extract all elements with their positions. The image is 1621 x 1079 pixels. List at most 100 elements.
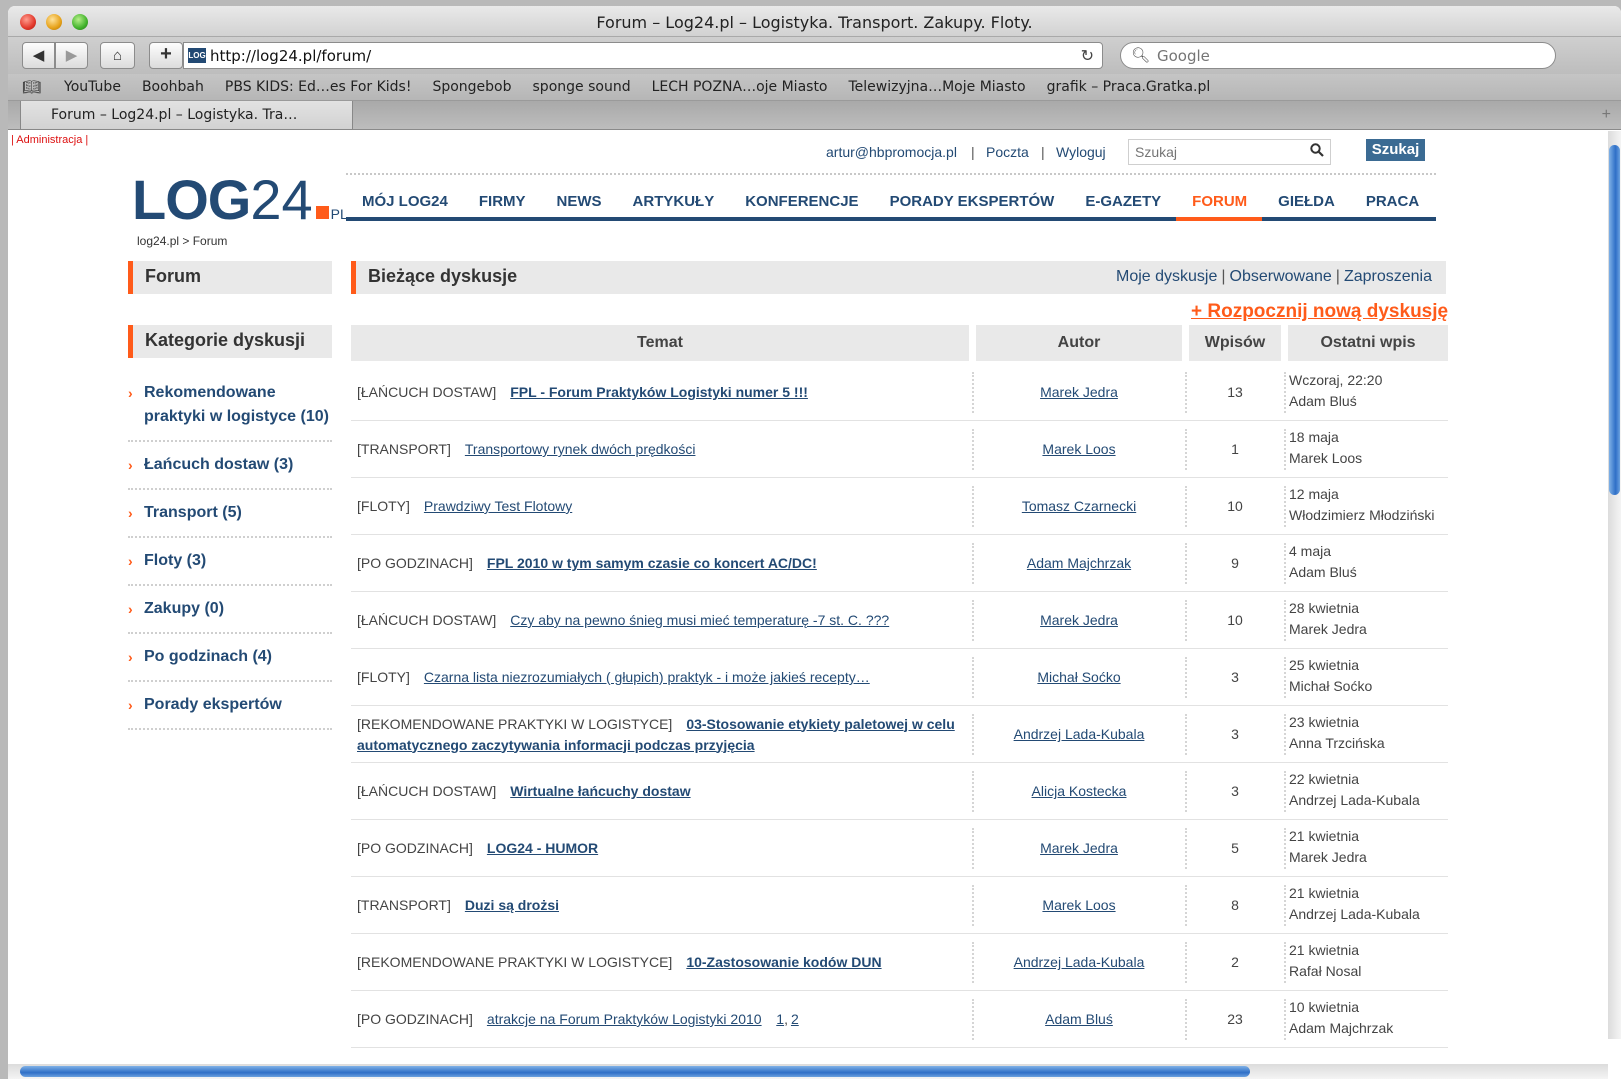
search-icon[interactable]: 🔍︎	[1131, 46, 1150, 64]
nav-porady-ekspertow[interactable]: PORADY EKSPERTÓW	[874, 189, 1070, 217]
my-discussions-link[interactable]: Moje dyskusje	[1116, 268, 1217, 285]
category-item[interactable]: Łańcuch dostaw (3)	[128, 453, 332, 490]
browser-search-input[interactable]	[1157, 47, 1537, 65]
topic-link[interactable]: Prawdziwy Test Flotowy	[424, 498, 572, 514]
column-divider	[1185, 429, 1187, 470]
nav-konferencje[interactable]: KONFERENCJE	[729, 189, 873, 217]
topic-link[interactable]: FPL - Forum Praktyków Logistyki numer 5 …	[510, 384, 808, 400]
bookmark-item[interactable]: Boohbah	[142, 79, 204, 95]
author-cell: Michał Soćko	[976, 649, 1182, 706]
bookmark-item[interactable]: sponge sound	[533, 79, 631, 95]
topic-link[interactable]: FPL 2010 w tym samym czasie co koncert A…	[487, 555, 817, 571]
topic-category: [ŁAŃCUCH DOSTAW]	[357, 384, 497, 400]
category-item[interactable]: Porady ekspertów	[128, 693, 332, 730]
address-bar[interactable]: LOG http://log24.pl/forum/ ↻	[183, 42, 1103, 69]
bookmarks-book-icon[interactable]: 📖︎	[22, 78, 41, 96]
horizontal-scrollbar[interactable]	[8, 1064, 1608, 1079]
nav-artykuly[interactable]: ARTYKUŁY	[617, 189, 730, 217]
user-email-link[interactable]: artur@hbpromocja.pl	[826, 144, 957, 160]
author-cell: Marek Jedra	[976, 364, 1182, 421]
address-text[interactable]: http://log24.pl/forum/	[210, 47, 371, 65]
column-divider	[1185, 942, 1187, 983]
topic-link[interactable]: Wirtualne łańcuchy dostaw	[510, 783, 690, 799]
author-link[interactable]: Andrzej Lada-Kubala	[1014, 954, 1145, 970]
topic-link[interactable]: Transportowy rynek dwóch prędkości	[465, 441, 696, 457]
horizontal-scroll-thumb[interactable]	[20, 1066, 1250, 1077]
bookmark-item[interactable]: Spongebob	[432, 79, 511, 95]
table-header: Temat Autor Wpisów Ostatni wpis	[351, 325, 1448, 361]
magnifier-icon[interactable]	[1310, 143, 1324, 157]
topic-link[interactable]: Duzi są drożsi	[465, 897, 559, 913]
reload-icon[interactable]: ↻	[1081, 46, 1094, 66]
invitations-link[interactable]: Zaproszenia	[1344, 268, 1432, 285]
topic-category: [REKOMENDOWANE PRAKTYKI W LOGISTYCE]	[357, 715, 673, 732]
category-item[interactable]: Po godzinach (4)	[128, 645, 332, 682]
topic-cell: [PO GODZINACH] FPL 2010 w tym samym czasi…	[357, 535, 967, 592]
vertical-scrollbar[interactable]	[1608, 131, 1621, 1039]
category-item[interactable]: Zakupy (0)	[128, 597, 332, 634]
bookmark-item[interactable]: PBS KIDS: Ed…es For Kids!	[225, 79, 412, 95]
author-link[interactable]: Michał Soćko	[1037, 669, 1120, 685]
watched-link[interactable]: Obserwowane	[1230, 268, 1332, 285]
admin-link[interactable]: | Administracja |	[11, 134, 88, 146]
topic-link[interactable]: 10-Zastosowanie kodów DUN	[686, 954, 881, 970]
site-search-button[interactable]: Szukaj	[1366, 139, 1425, 161]
author-link[interactable]: Marek Loos	[1042, 441, 1115, 457]
topic-cell: [TRANSPORT] Transportowy rynek dwóch pręd…	[357, 421, 967, 478]
vertical-scroll-thumb[interactable]	[1609, 145, 1620, 495]
logout-link[interactable]: Wyloguj	[1056, 144, 1106, 160]
browser-search-field[interactable]: 🔍︎	[1120, 42, 1556, 69]
author-link[interactable]: Marek Loos	[1042, 897, 1115, 913]
author-link[interactable]: Alicja Kostecka	[1032, 783, 1127, 799]
logo-text-24: 24	[250, 168, 313, 231]
table-row: [PO GODZINACH] LOG24 - HUMOR Marek Jedra 5 2…	[351, 820, 1448, 877]
bookmark-item[interactable]: YouTube	[64, 79, 121, 95]
nav-forum[interactable]: FORUM	[1176, 189, 1263, 221]
post-count: 8	[1231, 897, 1239, 913]
new-discussion-link[interactable]: + Rozpocznij nową dyskusję	[1191, 301, 1448, 323]
new-tab-icon[interactable]: +	[1602, 106, 1611, 124]
author-link[interactable]: Adam Majchrzak	[1027, 555, 1131, 571]
dotted-divider	[346, 173, 1436, 175]
column-header-topic: Temat	[351, 325, 969, 361]
topic-page-link[interactable]: 1	[776, 1011, 784, 1027]
log24-logo[interactable]: LOG24 PL	[132, 167, 348, 231]
title-bar: Forum – Log24.pl – Logistyka. Transport.…	[8, 6, 1621, 37]
nav-e-gazety[interactable]: E-GAZETY	[1069, 189, 1176, 217]
browser-toolbar: ◀ ▶ ⌂ + LOG http://log24.pl/forum/ ↻ 🔍︎	[8, 37, 1621, 74]
nav-moj-log24[interactable]: MÓJ LOG24	[346, 189, 463, 217]
topic-link[interactable]: LOG24 - HUMOR	[487, 840, 598, 856]
site-search-input[interactable]	[1135, 144, 1305, 160]
topic-link[interactable]: Czarna lista niezrozumiałych ( głupich) …	[424, 669, 870, 685]
add-bookmark-button[interactable]: +	[149, 42, 183, 69]
category-item[interactable]: Rekomendowane praktyki w logistyce (10)	[128, 381, 332, 442]
forward-button[interactable]: ▶	[55, 42, 88, 69]
column-divider	[1284, 828, 1286, 869]
category-item[interactable]: Floty (3)	[128, 549, 332, 586]
nav-praca[interactable]: PRACA	[1350, 189, 1434, 217]
bookmark-item[interactable]: LECH POZNA…oje Miasto	[652, 79, 828, 95]
topic-link[interactable]: Czy aby na pewno śnieg musi mieć tempera…	[510, 612, 889, 628]
home-button[interactable]: ⌂	[100, 42, 135, 69]
nav-firmy[interactable]: FIRMY	[463, 189, 541, 217]
active-tab[interactable]: Forum – Log24.pl – Logistyka. Tra…	[20, 101, 353, 130]
topic-page-link[interactable]: 2	[791, 1011, 799, 1027]
back-button[interactable]: ◀	[22, 42, 55, 69]
author-link[interactable]: Marek Jedra	[1040, 384, 1118, 400]
site-search-field[interactable]	[1128, 139, 1331, 165]
author-link[interactable]: Andrzej Lada-Kubala	[1014, 726, 1145, 742]
author-link[interactable]: Tomasz Czarnecki	[1022, 498, 1136, 514]
author-link[interactable]: Marek Jedra	[1040, 840, 1118, 856]
category-item[interactable]: Transport (5)	[128, 501, 332, 538]
bookmark-item[interactable]: grafik – Praca.Gratka.pl	[1047, 79, 1211, 95]
bookmark-item[interactable]: Telewizyjna…Moje Miasto	[849, 79, 1026, 95]
author-cell: Adam Bluś	[976, 991, 1182, 1048]
post-count: 23	[1227, 1011, 1243, 1027]
author-link[interactable]: Marek Jedra	[1040, 612, 1118, 628]
poczta-link[interactable]: Poczta	[986, 144, 1029, 160]
nav-news[interactable]: NEWS	[541, 189, 617, 217]
nav-gielda[interactable]: GIEŁDA	[1262, 189, 1350, 217]
breadcrumb[interactable]: log24.pl > Forum	[137, 234, 227, 248]
topic-link[interactable]: atrakcje na Forum Praktyków Logistyki 20…	[487, 1011, 762, 1027]
author-link[interactable]: Adam Bluś	[1045, 1011, 1113, 1027]
